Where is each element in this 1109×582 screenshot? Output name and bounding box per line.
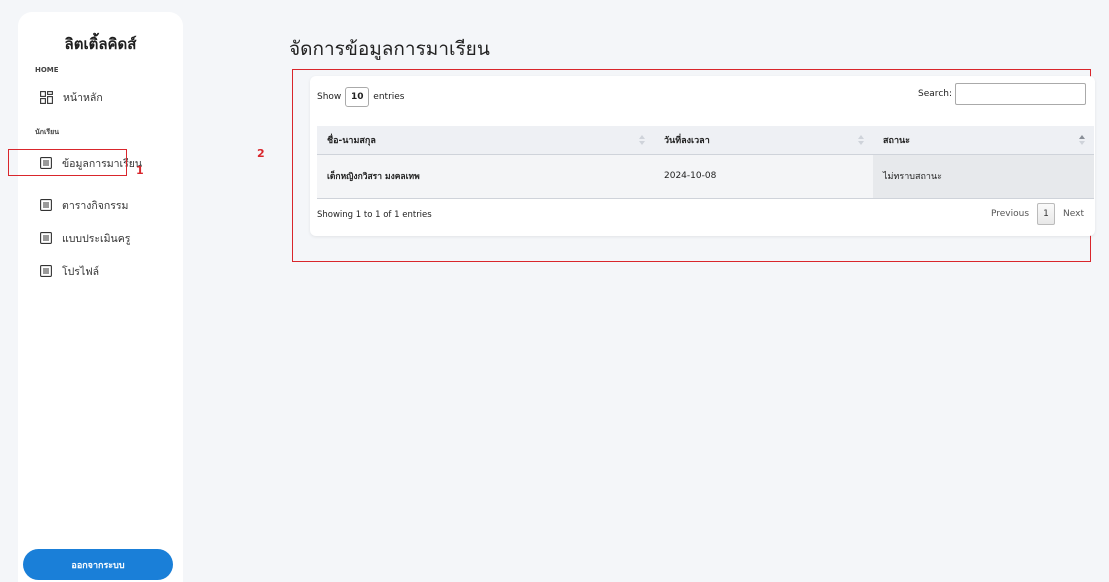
show-label: Show [317, 92, 342, 102]
sidebar-item-label: ข้อมูลการมาเรียน [62, 157, 143, 170]
next-button[interactable]: Next [1063, 209, 1084, 219]
entries-label: entries [373, 92, 405, 102]
column-header-label: สถานะ [883, 135, 910, 146]
page-button-1[interactable]: 1 [1037, 203, 1056, 225]
show-entries-control: Show 10 entries [317, 87, 405, 107]
attendance-table-card: Show 10 entries Search: ชื่อ-นามสกุล วัน… [310, 76, 1095, 236]
brand-title: ลิตเติ้ลคิดส์ [64, 35, 137, 53]
sidebar-item-attendance[interactable]: ข้อมูลการมาเรียน [36, 150, 176, 176]
sidebar: ลิตเติ้ลคิดส์ HOME หน้าหลัก นักเรียน ข้อ… [18, 12, 183, 582]
column-header-status[interactable]: สถานะ [873, 126, 1094, 155]
sidebar-item-label: หน้าหลัก [63, 91, 103, 104]
sidebar-item-label: ตารางกิจกรรม [62, 199, 129, 212]
pagination: Previous 1 Next [991, 203, 1084, 225]
search-label: Search: [918, 89, 952, 99]
sidebar-item-activity-schedule[interactable]: ตารางกิจกรรม [36, 192, 176, 218]
search-input[interactable] [955, 83, 1086, 105]
section-label-home: HOME [35, 66, 59, 74]
cell-name: เด็กหญิงกวิสรา มงคลเทพ [317, 154, 654, 199]
entries-select[interactable]: 10 [345, 87, 370, 107]
column-header-label: ชื่อ-นามสกุล [327, 135, 376, 146]
column-header-name[interactable]: ชื่อ-นามสกุล [317, 126, 654, 155]
previous-button[interactable]: Previous [991, 209, 1029, 219]
annotation-number-2: 2 [257, 147, 265, 160]
logout-button[interactable]: ออกจากระบบ [23, 549, 173, 580]
column-header-date[interactable]: วันที่ลงเวลา [654, 126, 873, 155]
annotation-number-1: 1 [136, 164, 144, 177]
dashboard-icon [40, 90, 53, 104]
list-icon [40, 157, 52, 169]
table-info: Showing 1 to 1 of 1 entries [317, 210, 432, 220]
section-label-student: นักเรียน [35, 128, 60, 136]
search-control: Search: [918, 83, 1086, 105]
page-title: จัดการข้อมูลการมาเรียน [289, 38, 490, 60]
list-icon [40, 199, 52, 211]
table-row: เด็กหญิงกวิสรา มงคลเทพ 2024-10-08 ไม่ทรา… [317, 154, 1094, 199]
cell-status: ไม่ทราบสถานะ [873, 154, 1094, 199]
sort-asc-icon [1079, 135, 1085, 145]
sidebar-item-label: แบบประเมินครู [62, 232, 131, 245]
column-header-label: วันที่ลงเวลา [664, 135, 710, 146]
app-root: ลิตเติ้ลคิดส์ HOME หน้าหลัก นักเรียน ข้อ… [0, 0, 1109, 582]
sidebar-item-home[interactable]: หน้าหลัก [36, 84, 176, 110]
sort-icon [639, 135, 645, 145]
sort-icon [858, 135, 864, 145]
sidebar-item-teacher-evaluation[interactable]: แบบประเมินครู [36, 225, 176, 251]
table-header-row: ชื่อ-นามสกุล วันที่ลงเวลา สถานะ [317, 126, 1094, 155]
attendance-table: ชื่อ-นามสกุล วันที่ลงเวลา สถานะ เด็กหญิง… [317, 126, 1094, 199]
list-icon [40, 265, 52, 277]
list-icon [40, 232, 52, 244]
sidebar-item-profile[interactable]: โปรไฟล์ [36, 258, 176, 284]
cell-date: 2024-10-08 [654, 154, 873, 199]
sidebar-item-label: โปรไฟล์ [62, 265, 100, 278]
